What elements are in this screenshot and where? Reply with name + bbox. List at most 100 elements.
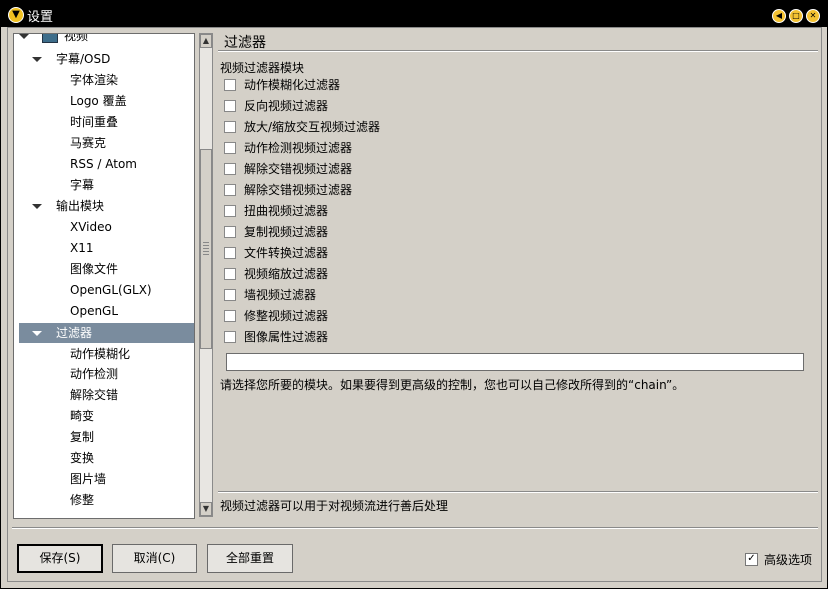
tree-item[interactable]: 字幕/OSD (14, 49, 192, 69)
checkbox-icon[interactable] (224, 99, 236, 112)
filter-label: 动作模糊化过滤器 (244, 78, 341, 92)
window-title: 设置 (27, 10, 54, 25)
tree-item-text: 变换 (70, 448, 94, 468)
tree-item-label: XVideo (70, 220, 112, 234)
advanced-options-checkbox[interactable]: ✓ 高级选项 (745, 551, 812, 568)
maximize-icon[interactable]: □ (789, 9, 803, 23)
chevron-down-icon[interactable] (32, 331, 42, 336)
tree-item[interactable]: 动作检测 (14, 364, 192, 384)
tree-item-label: 图像文件 (70, 262, 119, 276)
cancel-button[interactable]: 取消(C) (112, 544, 197, 573)
filter-checkbox[interactable]: 动作模糊化过滤器 (224, 76, 340, 96)
save-button[interactable]: 保存(S) (17, 544, 103, 573)
pane-title: 过滤器 (224, 35, 266, 51)
filter-checkbox[interactable]: 动作检测视频过滤器 (224, 139, 352, 159)
filter-checkbox[interactable]: 解除交错视频过滤器 (224, 181, 352, 201)
tree-item-text: 字幕/OSD (56, 49, 110, 69)
tree-item[interactable]: XVideo (14, 217, 192, 237)
tree-item[interactable]: OpenGL(GLX) (14, 280, 192, 300)
tree-item[interactable]: 过滤器 (19, 323, 194, 343)
scroll-up-icon[interactable]: ▲ (200, 34, 212, 48)
tree-item[interactable]: 马赛克 (14, 133, 192, 153)
close-icon[interactable]: ✕ (806, 9, 820, 23)
filter-checkbox[interactable]: 视频缩放过滤器 (224, 265, 328, 285)
checkbox-icon[interactable] (224, 120, 236, 133)
tree-item[interactable]: 变换 (14, 448, 192, 468)
video-icon (42, 34, 58, 43)
filter-label: 墙视频过滤器 (244, 288, 317, 302)
shade-icon[interactable]: ◀ (772, 9, 786, 23)
checkbox-icon[interactable] (224, 267, 236, 280)
checkbox-icon[interactable] (224, 141, 236, 154)
tree-item[interactable]: X11 (14, 238, 192, 258)
filter-label: 修整视频过滤器 (244, 309, 329, 323)
filter-label: 解除交错视频过滤器 (244, 162, 353, 176)
tree-item-text: 动作模糊化 (70, 344, 130, 364)
tree-item[interactable]: Logo 覆盖 (14, 91, 192, 111)
tree-item[interactable]: 解除交错 (14, 385, 192, 405)
tree-item[interactable]: 图片墙 (14, 469, 192, 489)
checkbox-icon[interactable] (224, 309, 236, 322)
tree-item[interactable]: 字体渲染 (14, 70, 192, 90)
tree-item-label: X11 (70, 241, 94, 255)
checkbox-icon[interactable] (224, 204, 236, 217)
tree-item-label: 复制 (70, 430, 95, 444)
tree-item-label: 畸变 (70, 409, 95, 423)
tree-item[interactable]: 修整 (14, 490, 192, 510)
checkbox-icon[interactable] (224, 225, 236, 238)
tree-item-text: 马赛克 (70, 133, 106, 153)
tree-item-text: 动作检测 (70, 364, 118, 384)
checkbox-icon[interactable]: ✓ (745, 553, 758, 566)
tree-item-text: 视频 (42, 34, 88, 46)
checkbox-icon[interactable] (224, 246, 236, 259)
app-icon[interactable]: ▼ (8, 7, 24, 23)
scrollbar-thumb[interactable] (200, 149, 212, 349)
checkbox-icon[interactable] (224, 288, 236, 301)
chevron-down-icon[interactable] (32, 57, 42, 62)
checkbox-icon[interactable] (224, 330, 236, 343)
tree-item[interactable]: 动作模糊化 (14, 344, 192, 364)
filter-checkbox[interactable]: 放大/缩放交互视频过滤器 (224, 118, 380, 138)
scroll-down-icon[interactable]: ▼ (200, 502, 212, 516)
title-bar[interactable]: ▼ 设置 ◀ □ ✕ (1, 1, 827, 27)
filter-checkbox[interactable]: 扭曲视频过滤器 (224, 202, 328, 222)
chevron-down-icon[interactable] (19, 34, 29, 39)
tree-item-label: 修整 (70, 493, 95, 507)
tree-item-label: 字体渲染 (70, 73, 119, 87)
filter-label: 扭曲视频过滤器 (244, 204, 329, 218)
tree-item[interactable]: 输出模块 (14, 196, 192, 216)
filter-checkbox[interactable]: 图像属性过滤器 (224, 328, 328, 348)
tree-item[interactable]: OpenGL (14, 301, 192, 321)
tree-item[interactable]: 复制 (14, 427, 192, 447)
tree-item-text: X11 (70, 238, 94, 258)
category-tree[interactable]: 视频字幕/OSD 字体渲染 Logo 覆盖 时间重叠 马赛克 RSS / Atom 字幕 输出… (13, 33, 195, 519)
tree-item[interactable]: 视频 (14, 34, 192, 46)
tree-item-text: OpenGL (70, 301, 118, 321)
tree-item-text: 输出模块 (56, 196, 104, 216)
tree-item[interactable]: 时间重叠 (14, 112, 192, 132)
tree-item[interactable]: RSS / Atom (14, 154, 192, 174)
tree-item[interactable]: 畸变 (14, 406, 192, 426)
checkbox-icon[interactable] (224, 183, 236, 196)
chevron-down-icon[interactable] (32, 204, 42, 209)
filter-checkbox[interactable]: 解除交错视频过滤器 (224, 160, 352, 180)
checkbox-icon[interactable] (224, 78, 236, 91)
filter-checkbox[interactable]: 文件转换过滤器 (224, 244, 328, 264)
chain-input[interactable] (226, 353, 804, 371)
tree-item[interactable]: 字幕 (14, 175, 192, 195)
reset-all-button[interactable]: 全部重置 (207, 544, 293, 573)
tree-item-label: RSS / Atom (70, 157, 137, 171)
tree-item-text: 过滤器 (56, 323, 92, 343)
tree-item-text: 图像文件 (70, 259, 118, 279)
tree-scrollbar[interactable]: ▲ ▼ (199, 33, 213, 517)
filter-checkbox[interactable]: 墙视频过滤器 (224, 286, 316, 306)
filter-label: 反向视频过滤器 (244, 99, 329, 113)
checkbox-icon[interactable] (224, 162, 236, 175)
filter-checkbox[interactable]: 复制视频过滤器 (224, 223, 328, 243)
divider (218, 50, 818, 52)
tree-item[interactable]: 图像文件 (14, 259, 192, 279)
tree-item-label: 字幕/OSD (56, 52, 111, 66)
tree-item-text: 畸变 (70, 406, 94, 426)
filter-checkbox[interactable]: 反向视频过滤器 (224, 97, 328, 117)
filter-checkbox[interactable]: 修整视频过滤器 (224, 307, 328, 327)
